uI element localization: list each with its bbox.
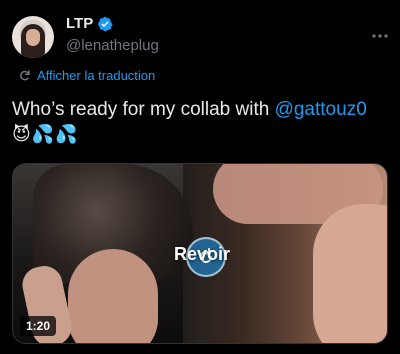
frame-face xyxy=(68,249,158,343)
avatar-face xyxy=(26,29,40,46)
show-translation-label: Afficher la traduction xyxy=(37,68,156,83)
mention-link[interactable]: @gattouz0 xyxy=(275,99,367,120)
replay-label[interactable]: Revoir xyxy=(174,244,230,265)
emoji-sequence: 😈💦💦 xyxy=(12,124,79,144)
author-handle[interactable]: @lenatheplug xyxy=(66,37,159,54)
video-duration-badge: 1:20 xyxy=(20,316,57,336)
frame-skin-right xyxy=(313,204,387,343)
translate-icon xyxy=(20,70,30,81)
verified-badge-icon xyxy=(98,16,113,31)
avatar[interactable] xyxy=(12,16,54,58)
show-translation-link[interactable]: Afficher la traduction xyxy=(18,68,155,83)
author-name-row[interactable]: LTP xyxy=(66,15,113,32)
tweet-text: Who’s ready for my collab with @gattouz0… xyxy=(12,97,392,147)
tweet-text-body: Who’s ready for my collab with xyxy=(12,99,275,120)
more-options-icon[interactable] xyxy=(370,26,390,46)
display-name[interactable]: LTP xyxy=(66,15,93,32)
